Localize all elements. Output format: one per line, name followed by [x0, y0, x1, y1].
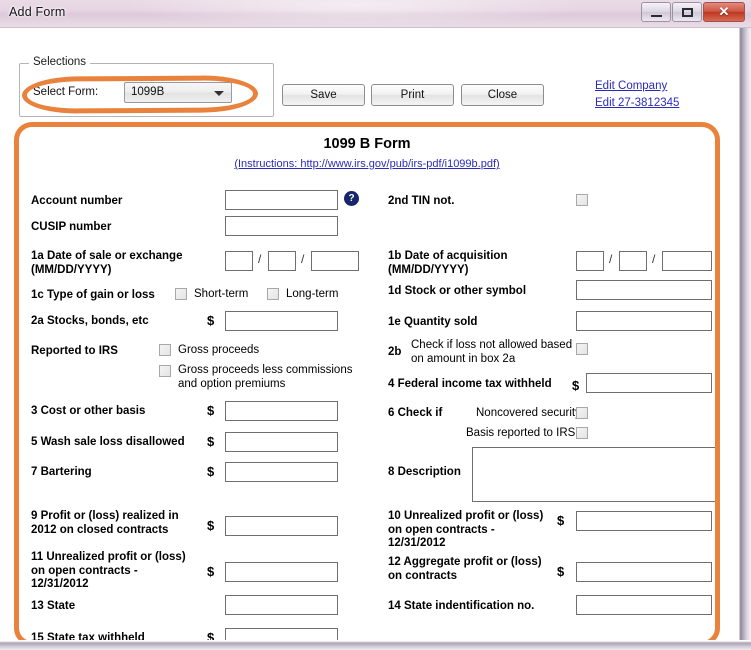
minimize-button[interactable] — [641, 2, 671, 22]
label-account-number: Account number — [31, 195, 123, 207]
federal-tax-withheld-input[interactable] — [586, 373, 712, 393]
save-button[interactable]: Save — [282, 84, 365, 106]
gross-proceeds-less-commissions-checkbox[interactable] — [159, 365, 171, 377]
maximize-button[interactable] — [672, 2, 702, 22]
label-box-2b-number: 2b — [388, 346, 402, 358]
short-term-checkbox[interactable] — [175, 288, 187, 300]
description-textarea[interactable] — [472, 447, 715, 502]
unrealized-profit-open-input[interactable] — [225, 562, 338, 582]
title-bar: Add Form ✕ — [0, 0, 751, 28]
maximize-icon — [673, 3, 701, 21]
select-form-label: Select Form: — [33, 86, 99, 98]
chevron-down-icon — [214, 91, 224, 96]
label-cusip-number: CUSIP number — [31, 221, 112, 233]
acquisition-day-input[interactable] — [619, 251, 647, 271]
acquisition-month-input[interactable] — [576, 251, 604, 271]
aggregate-profit-input[interactable] — [576, 562, 712, 582]
sale-year-input[interactable] — [311, 251, 359, 271]
add-form-window: Add Form ✕ Selections Select Form: 1099B… — [0, 0, 751, 650]
dollar-sign: $ — [207, 313, 215, 328]
dollar-sign: $ — [207, 403, 215, 418]
dollar-sign: $ — [572, 378, 580, 393]
label-box-1c: 1c Type of gain or loss — [31, 289, 155, 301]
stocks-bonds-input[interactable] — [225, 311, 338, 331]
wash-sale-loss-input[interactable] — [225, 432, 338, 452]
dollar-sign: $ — [557, 513, 565, 528]
label-long-term: Long-term — [286, 288, 339, 300]
label-box-1b: 1b Date of acquisition (MM/DD/YYYY) — [388, 250, 508, 276]
label-box-1e: 1e Quantity sold — [388, 316, 478, 328]
label-box-1a: 1a Date of sale or exchange (MM/DD/YYYY) — [31, 250, 183, 276]
acquisition-year-input[interactable] — [662, 251, 712, 271]
help-icon[interactable]: ? — [344, 191, 359, 206]
window-title: Add Form — [9, 5, 66, 19]
form-panel: 1099 B Form (Instructions: http://www.ir… — [19, 127, 715, 641]
edit-ein-link[interactable]: Edit 27-3812345 — [595, 97, 679, 109]
instructions-link[interactable]: (Instructions: http://www.irs.gov/pub/ir… — [19, 158, 715, 170]
profit-closed-contracts-input[interactable] — [225, 516, 338, 536]
label-reported-to-irs: Reported to IRS — [31, 345, 118, 357]
dollar-sign: $ — [207, 434, 215, 449]
second-tin-checkbox[interactable] — [576, 194, 588, 206]
noncovered-security-checkbox[interactable] — [576, 407, 588, 419]
window-right-edge — [736, 28, 751, 650]
client-area: Selections Select Form: 1099B Save Print… — [0, 28, 751, 650]
gross-proceeds-checkbox[interactable] — [159, 344, 171, 356]
label-box-2b-text: Check if loss not allowed based on amoun… — [411, 339, 573, 365]
label-box-9: 9 Profit or (loss) realized in 2012 on c… — [31, 510, 179, 536]
bartering-input[interactable] — [225, 462, 338, 482]
label-box-7: 7 Bartering — [31, 466, 92, 478]
print-button[interactable]: Print — [371, 84, 454, 106]
close-window-button[interactable]: ✕ — [703, 2, 745, 22]
stock-symbol-input[interactable] — [576, 280, 712, 300]
label-basis-reported-to-irs: Basis reported to IRS — [466, 427, 576, 439]
label-box-13: 13 State — [31, 600, 76, 612]
date-separator: / — [609, 252, 613, 266]
select-form-dropdown[interactable]: 1099B — [124, 82, 232, 103]
minimize-icon — [642, 3, 670, 21]
label-noncovered-security: Noncovered security — [476, 407, 581, 419]
state-id-input[interactable] — [576, 595, 712, 615]
label-box-3: 3 Cost or other basis — [31, 405, 146, 417]
dollar-sign: $ — [207, 464, 215, 479]
label-box-8: 8 Description — [388, 466, 461, 478]
label-box-2a: 2a Stocks, bonds, etc — [31, 315, 149, 327]
label-short-term: Short-term — [194, 288, 249, 300]
state-input[interactable] — [225, 595, 338, 615]
label-box-5: 5 Wash sale loss disallowed — [31, 436, 185, 448]
label-box-12: 12 Aggregate profit or (loss) on contrac… — [388, 556, 542, 582]
date-separator: / — [652, 252, 656, 266]
close-button[interactable]: Close — [461, 84, 544, 106]
label-gross-proceeds: Gross proceeds — [178, 344, 260, 356]
loss-not-allowed-checkbox[interactable] — [576, 343, 588, 355]
sale-month-input[interactable] — [225, 251, 253, 271]
sale-day-input[interactable] — [268, 251, 296, 271]
label-box-4: 4 Federal income tax withheld — [388, 378, 552, 390]
label-box-6: 6 Check if — [388, 407, 443, 419]
long-term-checkbox[interactable] — [267, 288, 279, 300]
basis-reported-checkbox[interactable] — [576, 427, 588, 439]
dollar-sign: $ — [207, 518, 215, 533]
unrealized-profit-open-10-input[interactable] — [576, 511, 712, 531]
date-separator: / — [301, 252, 305, 266]
close-icon: ✕ — [718, 4, 730, 19]
label-box-14: 14 State indentification no. — [388, 600, 535, 612]
quantity-sold-input[interactable] — [576, 311, 712, 331]
label-box-1d: 1d Stock or other symbol — [388, 285, 527, 297]
label-box-11: 11 Unrealized profit or (loss) on open c… — [31, 551, 186, 590]
dollar-sign: $ — [207, 564, 215, 579]
date-separator: / — [258, 252, 262, 266]
account-number-input[interactable] — [225, 190, 338, 210]
select-form-value: 1099B — [131, 86, 165, 98]
selections-legend: Selections — [29, 56, 91, 68]
label-gross-proceeds-less-commissions: Gross proceeds less commissions and opti… — [178, 364, 353, 390]
cusip-number-input[interactable] — [225, 216, 338, 236]
edit-company-link[interactable]: Edit Company — [595, 80, 667, 92]
form-title: 1099 B Form — [323, 136, 411, 152]
label-2nd-tin-not: 2nd TIN not. — [388, 195, 455, 207]
cost-basis-input[interactable] — [225, 401, 338, 421]
window-bottom-edge — [0, 640, 751, 650]
dollar-sign: $ — [557, 564, 565, 579]
label-box-10: 10 Unrealized profit or (loss) on open c… — [388, 510, 544, 549]
